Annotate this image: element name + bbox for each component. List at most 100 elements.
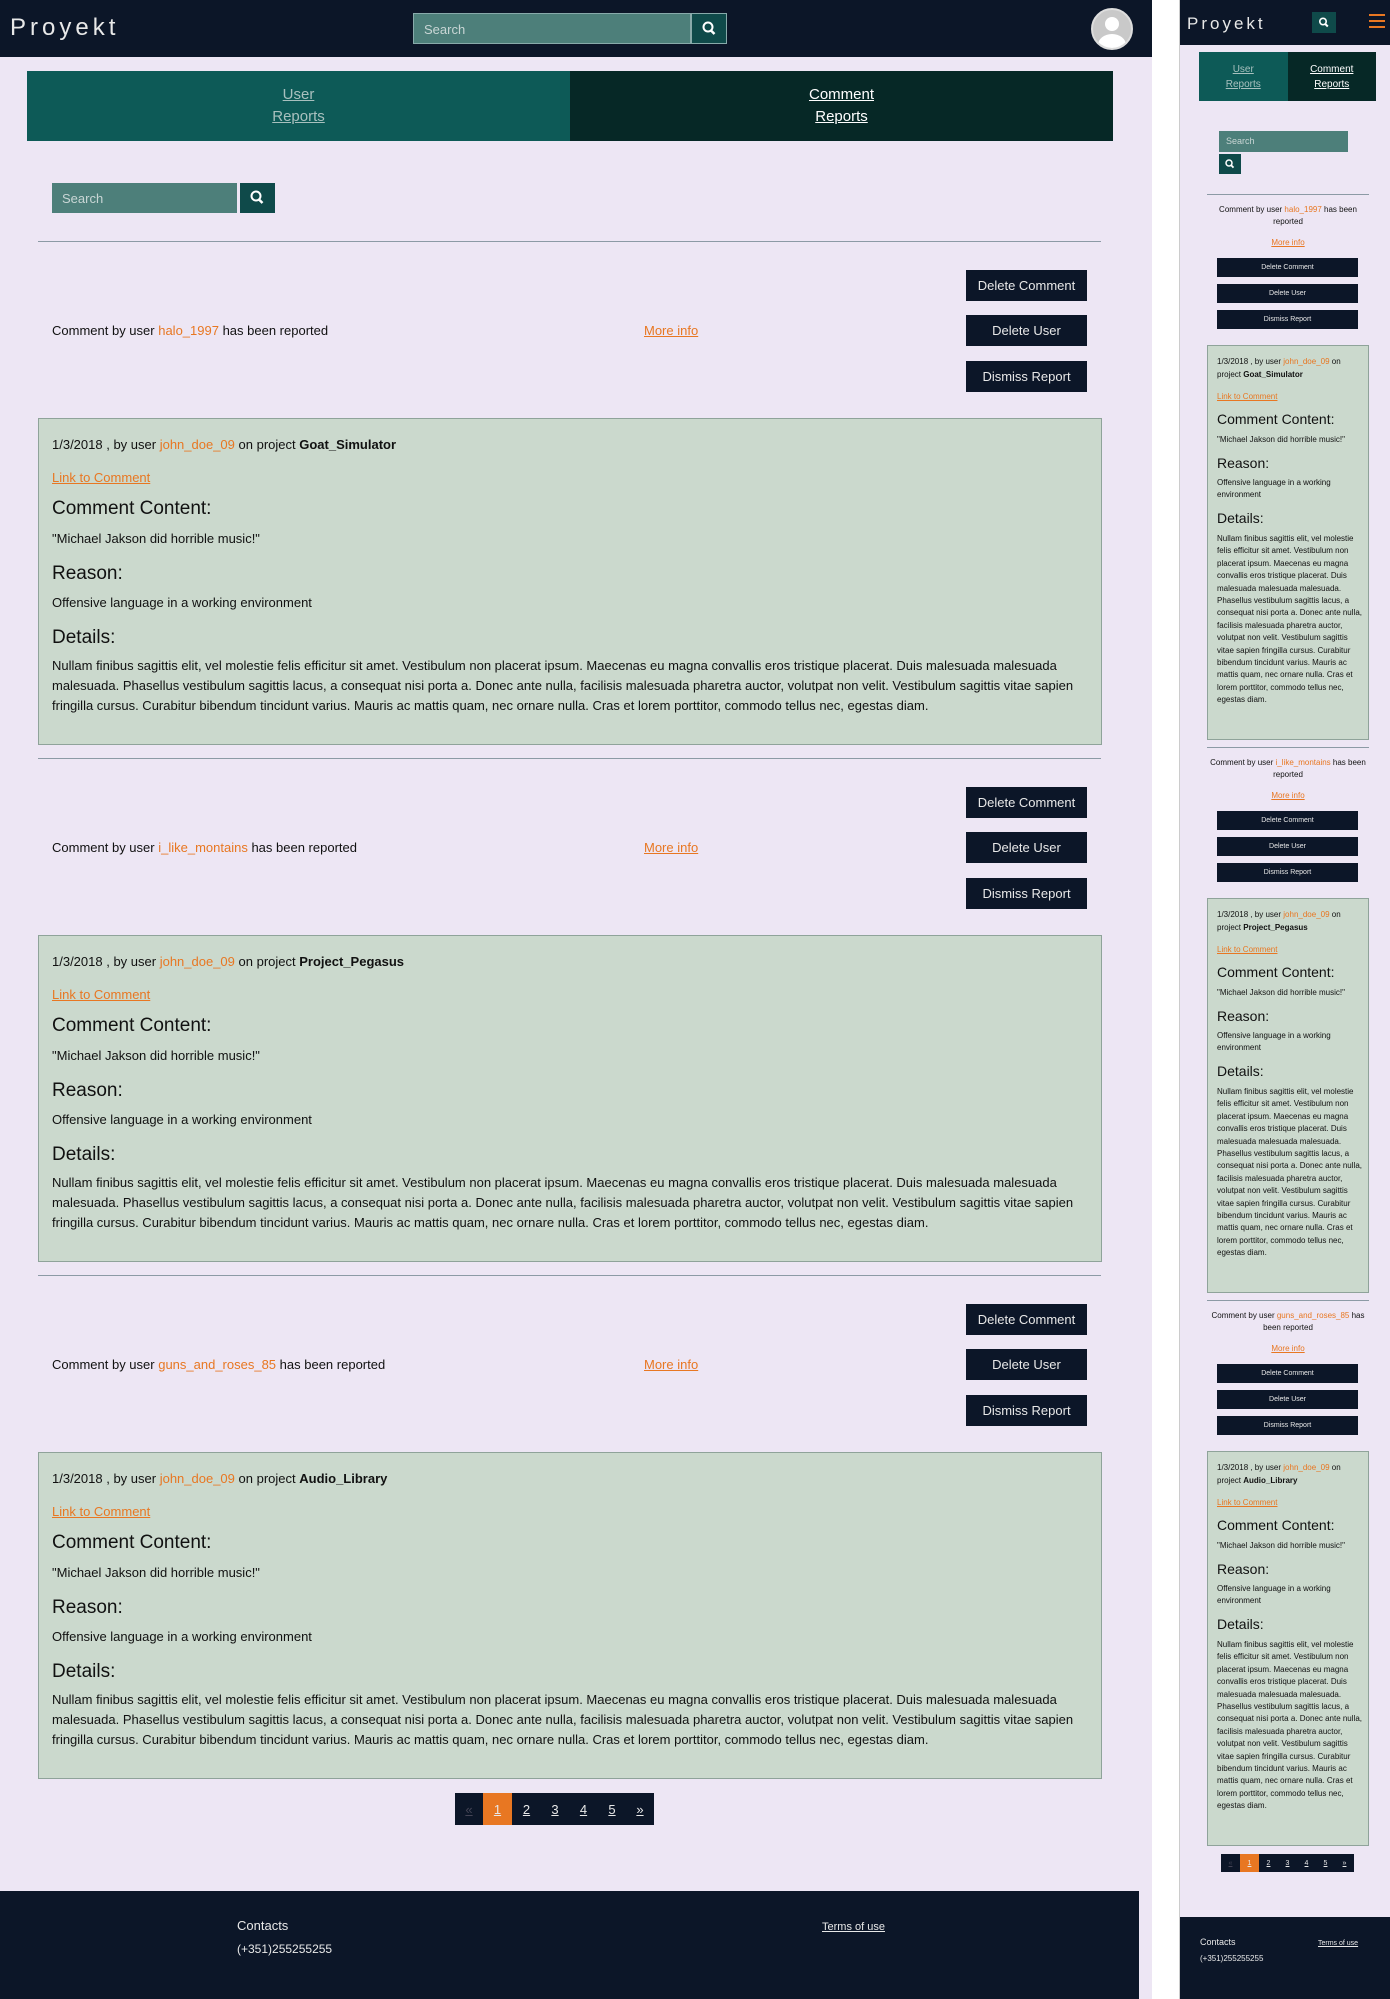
more-info-link[interactable]: More info: [1207, 791, 1369, 800]
delete-comment-button[interactable]: Delete Comment: [1217, 1364, 1358, 1383]
delete-comment-button[interactable]: Delete Comment: [1217, 811, 1358, 830]
content-search-input[interactable]: Search: [1219, 131, 1348, 152]
pagination-next[interactable]: »: [1335, 1854, 1354, 1872]
author-link[interactable]: john_doe_09: [160, 1471, 235, 1486]
report-meta: 1/3/2018 , by user john_doe_09 on projec…: [52, 1471, 387, 1486]
author-link[interactable]: john_doe_09: [160, 437, 235, 452]
delete-user-button[interactable]: Delete User: [1217, 1390, 1358, 1409]
tab-user-reports[interactable]: User Reports: [1199, 52, 1288, 101]
report-detail-card: 1/3/2018 , by user john_doe_09 on projec…: [38, 935, 1102, 1262]
dismiss-report-button[interactable]: Dismiss Report: [966, 1395, 1087, 1426]
pagination-page[interactable]: 2: [1259, 1854, 1278, 1872]
contacts-label: Contacts: [1200, 1937, 1236, 1947]
pagination-page[interactable]: 3: [1278, 1854, 1297, 1872]
link-to-comment[interactable]: Link to Comment: [52, 470, 150, 485]
delete-user-button[interactable]: Delete User: [966, 1349, 1087, 1380]
divider: [38, 1275, 1101, 1276]
author-link[interactable]: john_doe_09: [1283, 1463, 1329, 1472]
link-to-comment[interactable]: Link to Comment: [1217, 945, 1277, 954]
details-heading: Details:: [1217, 1616, 1264, 1632]
dismiss-report-button[interactable]: Dismiss Report: [1217, 1416, 1358, 1435]
reason-heading: Reason:: [1217, 1008, 1270, 1024]
pagination-page[interactable]: 4: [569, 1793, 598, 1825]
brand-logo[interactable]: Proyekt: [1187, 14, 1266, 34]
delete-comment-button[interactable]: Delete Comment: [1217, 258, 1358, 277]
report-summary: Comment by user i_like_montains has been…: [52, 840, 357, 855]
navbar-search-input[interactable]: Search: [413, 13, 691, 44]
tab-comment-reports[interactable]: Comment Reports: [1287, 52, 1376, 101]
report-detail-card: 1/3/2018 , by user john_doe_09 on projec…: [38, 418, 1102, 745]
project-name: Project_Pegasus: [1243, 923, 1308, 932]
reason-heading: Reason:: [1217, 455, 1270, 471]
navbar-search-button[interactable]: [691, 13, 727, 44]
pagination-prev[interactable]: «: [455, 1793, 483, 1825]
terms-of-use-link[interactable]: Terms of use: [1318, 1940, 1358, 1947]
pagination-next[interactable]: »: [626, 1793, 654, 1825]
report-meta: 1/3/2018 , by user john_doe_09 on projec…: [52, 954, 404, 969]
link-to-comment[interactable]: Link to Comment: [52, 1504, 150, 1519]
content-search-input[interactable]: Search: [52, 183, 237, 213]
pagination-prev[interactable]: «: [1221, 1854, 1240, 1872]
terms-of-use-link[interactable]: Terms of use: [822, 1921, 885, 1933]
link-to-comment[interactable]: Link to Comment: [1217, 1498, 1277, 1507]
pagination-page[interactable]: 5: [598, 1793, 626, 1825]
content-search-button[interactable]: [1219, 154, 1241, 174]
author-link[interactable]: john_doe_09: [1283, 910, 1329, 919]
reason-text: Offensive language in a working environm…: [1217, 1584, 1331, 1606]
report-prefix: Comment by user: [52, 323, 155, 338]
delete-user-button[interactable]: Delete User: [1217, 837, 1358, 856]
pagination-page[interactable]: 1: [483, 1793, 512, 1825]
reported-user-link[interactable]: guns_and_roses_85: [1277, 1311, 1350, 1320]
project-name: Audio_Library: [1243, 1476, 1298, 1485]
report-date: 1/3/2018 , by user: [1217, 357, 1282, 366]
delete-user-button[interactable]: Delete User: [966, 315, 1087, 346]
more-info-link[interactable]: More info: [644, 1357, 698, 1372]
more-info-link[interactable]: More info: [1207, 1344, 1369, 1353]
delete-comment-button[interactable]: Delete Comment: [966, 1304, 1087, 1335]
comment-content-heading: Comment Content:: [52, 498, 212, 519]
pagination-page[interactable]: 5: [1316, 1854, 1335, 1872]
link-to-comment[interactable]: Link to Comment: [1217, 392, 1277, 401]
author-link[interactable]: john_doe_09: [160, 954, 235, 969]
author-link[interactable]: john_doe_09: [1283, 357, 1329, 366]
mobile-navbar: Proyekt: [1180, 0, 1390, 45]
tab-user-reports-label: User Reports: [272, 86, 325, 125]
content-search-button[interactable]: [240, 183, 275, 213]
user-avatar-icon[interactable]: [1091, 8, 1133, 50]
details-heading: Details:: [1217, 1063, 1264, 1079]
tab-user-reports[interactable]: User Reports: [27, 71, 570, 141]
dismiss-report-button[interactable]: Dismiss Report: [966, 878, 1087, 909]
delete-comment-button[interactable]: Delete Comment: [966, 787, 1087, 818]
pagination-page[interactable]: 4: [1297, 1854, 1316, 1872]
reported-user-link[interactable]: guns_and_roses_85: [158, 1357, 276, 1372]
pagination-page[interactable]: 1: [1240, 1854, 1259, 1872]
brand-logo[interactable]: Proyekt: [10, 14, 119, 42]
tab-comment-reports[interactable]: Comment Reports: [570, 71, 1113, 141]
more-info-link[interactable]: More info: [644, 840, 698, 855]
comment-content-heading: Comment Content:: [52, 1015, 212, 1036]
contacts-label: Contacts: [237, 1918, 289, 1933]
delete-user-button[interactable]: Delete User: [966, 832, 1087, 863]
comment-content-heading: Comment Content:: [1217, 411, 1335, 427]
link-to-comment[interactable]: Link to Comment: [52, 987, 150, 1002]
mobile-navbar-search-button[interactable]: [1312, 12, 1336, 33]
more-info-link[interactable]: More info: [644, 323, 698, 338]
reported-user-link[interactable]: halo_1997: [158, 323, 219, 338]
pagination-page[interactable]: 3: [541, 1793, 569, 1825]
delete-comment-button[interactable]: Delete Comment: [966, 270, 1087, 301]
contact-phone: (+351)255255255: [1200, 1954, 1264, 1963]
desktop-view: Proyekt Search User Reports Comment Repo…: [0, 0, 1152, 1999]
pagination-page[interactable]: 2: [512, 1793, 541, 1825]
reported-user-link[interactable]: halo_1997: [1284, 205, 1321, 214]
contact-phone: (+351)255255255: [237, 1942, 333, 1956]
reported-user-link[interactable]: i_like_montains: [158, 840, 248, 855]
delete-user-button[interactable]: Delete User: [1217, 284, 1358, 303]
dismiss-report-button[interactable]: Dismiss Report: [1217, 310, 1358, 329]
reason-text: Offensive language in a working environm…: [1217, 478, 1331, 500]
reported-user-link[interactable]: i_like_montains: [1276, 758, 1331, 767]
report-detail-card: 1/3/2018 , by user john_doe_09 on projec…: [38, 1452, 1102, 1779]
more-info-link[interactable]: More info: [1207, 238, 1369, 247]
dismiss-report-button[interactable]: Dismiss Report: [1217, 863, 1358, 882]
hamburger-menu-icon[interactable]: [1369, 14, 1385, 28]
dismiss-report-button[interactable]: Dismiss Report: [966, 361, 1087, 392]
